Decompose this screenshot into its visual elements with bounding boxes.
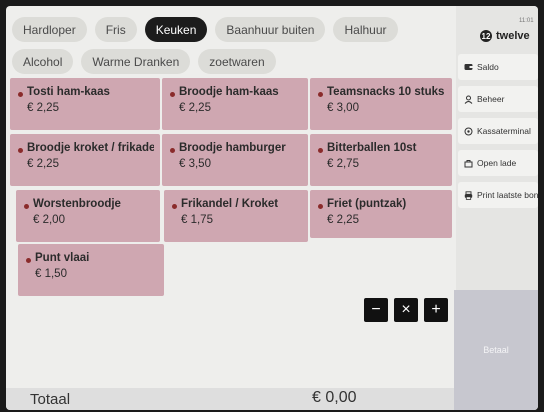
product-name: Worstenbroodje [33,198,121,210]
product-name: Broodje kroket / frikadel [27,142,154,154]
product-name: Friet (puntzak) [327,198,407,210]
product-name: Tosti ham-kaas [27,86,110,98]
open-lade-label: Open lade [477,158,517,168]
product-dot-icon [318,91,323,97]
product-tile[interactable]: Bitterballen 10st € 2,75 [310,134,452,186]
category-pill-halhuur[interactable]: Halhuur [333,17,398,42]
product-tile[interactable]: Frikandel / Kroket € 1,75 [164,190,308,242]
beheer-label: Beheer [477,94,505,104]
category-row-1: Hardloper Fris Keuken Baanhuur buiten Ha… [12,17,398,42]
product-tile[interactable]: Tosti ham-kaas € 2,25 [10,78,160,130]
category-pill-hardloper[interactable]: Hardloper [12,17,87,42]
twelve-logo-icon: 12 [480,30,492,42]
product-price: € 2,25 [27,102,59,114]
product-price: € 1,75 [181,214,213,226]
product-price: € 3,00 [327,102,359,114]
product-tile[interactable]: Punt vlaai € 1,50 [18,244,164,296]
total-label: Totaal [30,391,71,408]
product-dot-icon [18,91,23,97]
product-dot-icon [318,203,323,209]
category-pill-keuken[interactable]: Keuken [144,17,208,42]
print-laatste-bon-button[interactable]: Print laatste bon [458,182,538,208]
pos-screen: Hardloper Fris Keuken Baanhuur buiten Ha… [6,6,538,410]
product-price: € 2,25 [27,158,59,170]
kassaterminal-label: Kassaterminal [477,126,531,136]
product-dot-icon [318,147,323,153]
brand-logo: 12 twelve [480,30,530,42]
product-dot-icon [172,203,177,209]
product-price: € 2,25 [327,214,359,226]
drawer-icon [464,159,473,168]
total-value: € 0,00 [312,389,357,406]
product-name: Teamsnacks 10 stuks [327,86,445,98]
remove-button[interactable]: × [394,298,418,322]
open-lade-button[interactable]: Open lade [458,150,538,176]
product-name: Broodje ham-kaas [179,86,279,98]
terminal-icon [464,127,473,136]
category-pill-warme-dranken[interactable]: Warme Dranken [81,49,191,74]
saldo-button[interactable]: Saldo [458,54,538,80]
product-dot-icon [26,257,31,263]
product-dot-icon [18,147,23,153]
product-tile[interactable]: Teamsnacks 10 stuks € 3,00 [310,78,452,130]
product-tile[interactable]: Friet (puntzak) € 2,25 [310,190,452,238]
brand-name: twelve [496,30,530,42]
product-tile[interactable]: Broodje ham-kaas € 2,25 [162,78,308,130]
product-price: € 3,50 [179,158,211,170]
beheer-button[interactable]: Beheer [458,86,538,112]
user-icon [464,95,473,104]
pay-button[interactable]: Betaal [454,290,538,410]
product-price: € 2,25 [179,102,211,114]
product-name: Broodje hamburger [179,142,286,154]
category-row-2: Alcohol Warme Dranken zoetwaren [12,49,276,74]
product-tile[interactable]: Broodje kroket / frikadel € 2,25 [10,134,160,186]
product-price: € 1,50 [35,268,67,280]
product-dot-icon [170,147,175,153]
minus-button[interactable]: − [364,298,388,322]
saldo-label: Saldo [477,62,499,72]
product-name: Punt vlaai [35,252,90,264]
category-pill-alcohol[interactable]: Alcohol [12,49,74,74]
total-bar: Totaal € 0,00 [6,388,454,410]
category-pill-zoetwaren[interactable]: zoetwaren [198,49,276,74]
product-price: € 2,00 [33,214,65,226]
product-price: € 2,75 [327,158,359,170]
product-dot-icon [24,203,29,209]
category-pill-baanhuur-buiten[interactable]: Baanhuur buiten [215,17,326,42]
product-tile[interactable]: Worstenbroodje € 2,00 [16,190,160,242]
product-name: Frikandel / Kroket [181,198,279,210]
kassaterminal-button[interactable]: Kassaterminal [458,118,538,144]
category-pill-fris[interactable]: Fris [94,17,137,42]
status-clock: 11:01 [519,18,534,24]
printer-icon [464,190,473,200]
product-tile[interactable]: Broodje hamburger € 3,50 [162,134,308,186]
print-laatste-bon-label: Print laatste bon [477,190,538,200]
plus-button[interactable]: + [424,298,448,322]
product-name: Bitterballen 10st [327,142,417,154]
wallet-icon [464,63,473,71]
product-dot-icon [170,91,175,97]
